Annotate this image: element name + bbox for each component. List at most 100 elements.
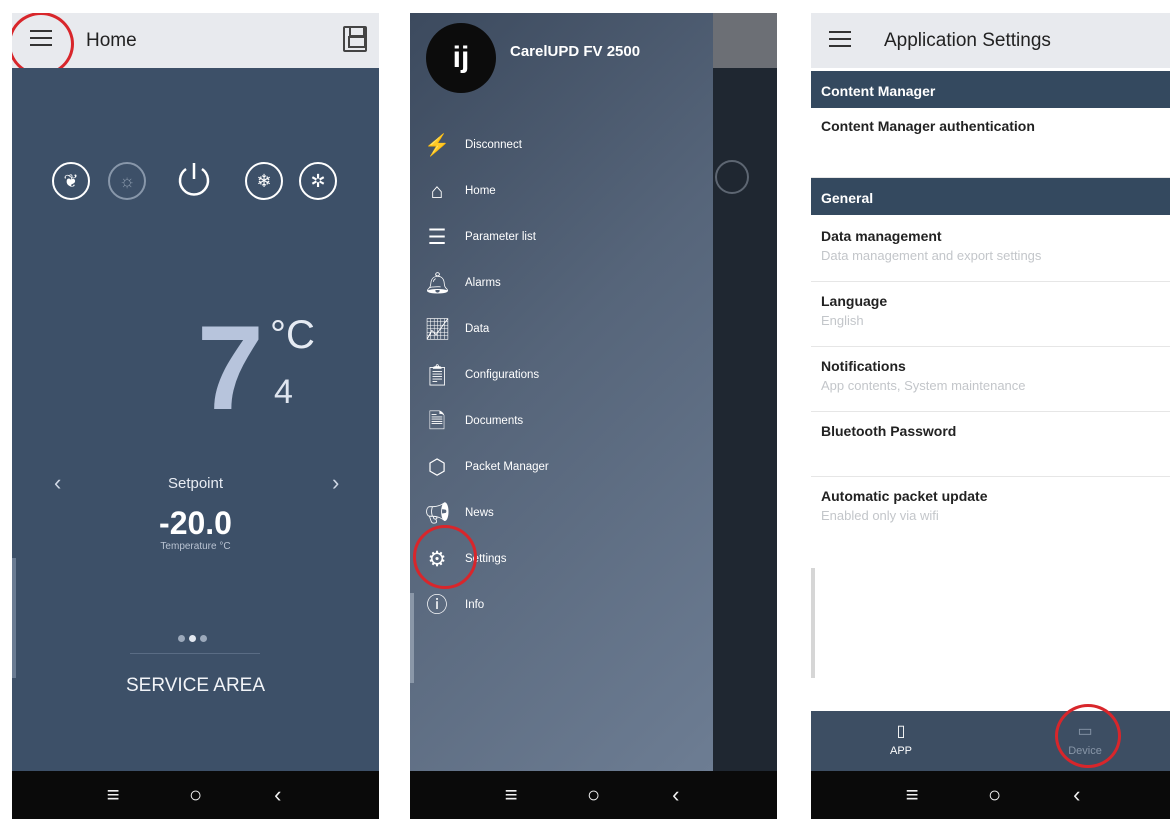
setting-subtitle: Data management and export settings bbox=[821, 248, 1042, 263]
defrost-icon[interactable]: ❄ bbox=[245, 162, 283, 200]
info-icon: ⓘ bbox=[426, 594, 448, 617]
menu-label: Settings bbox=[465, 553, 507, 565]
settings-content: Content Manager Content Manager authenti… bbox=[811, 68, 1170, 771]
system-nav-bar: ≡ ○ ‹ bbox=[12, 771, 379, 819]
menu-label: Info bbox=[465, 599, 485, 611]
temperature-value: 7 bbox=[197, 301, 264, 435]
menu-label: Configurations bbox=[465, 369, 540, 381]
section-header-general: General bbox=[811, 178, 1170, 215]
setting-subtitle: App contents, System maintenance bbox=[821, 378, 1026, 393]
power-icon[interactable] bbox=[174, 159, 214, 199]
scroll-handle[interactable] bbox=[410, 593, 414, 683]
bottom-tab-bar: ▯ APP ▭ Device bbox=[811, 711, 1170, 771]
menu-label: Disconnect bbox=[465, 139, 522, 151]
home-content: ❦ ☼ ❄ ✲ 7 °C 4 ‹ Setpoint › -20.0 Temper… bbox=[12, 68, 379, 771]
dimmed-icon bbox=[715, 160, 749, 194]
setting-title: Data management bbox=[821, 228, 942, 244]
save-icon[interactable] bbox=[343, 26, 367, 52]
menu-label: Alarms bbox=[465, 277, 501, 289]
setting-language[interactable]: Language English bbox=[811, 283, 1170, 347]
back-button[interactable]: ‹ bbox=[1057, 784, 1097, 806]
next-arrow[interactable]: › bbox=[332, 470, 339, 496]
menu-item-parameter-list[interactable]: ☰ Parameter list bbox=[410, 219, 713, 259]
home-screen: Home ❦ ☼ ❄ ✲ 7 °C 4 ‹ Setpoint › -20.0 T… bbox=[12, 13, 379, 819]
menu-item-news[interactable]: 📢︎ News bbox=[410, 495, 713, 535]
setting-subtitle: English bbox=[821, 313, 864, 328]
setting-title: Notifications bbox=[821, 358, 906, 374]
section-header-content-manager: Content Manager bbox=[811, 71, 1170, 108]
back-button[interactable]: ‹ bbox=[258, 784, 298, 806]
chart-icon: 📈︎ bbox=[424, 318, 451, 341]
menu-item-disconnect[interactable]: ⚡ Disconnect bbox=[410, 127, 713, 167]
document-icon: 🗎︎ bbox=[428, 410, 446, 433]
menu-item-settings[interactable]: ⚙ Settings bbox=[410, 541, 713, 581]
fan-icon[interactable]: ✲ bbox=[299, 162, 337, 200]
nav-drawer: ij CarelUPD FV 2500 ⚡ Disconnect ⌂ Home … bbox=[410, 13, 713, 771]
recents-button[interactable]: ≡ bbox=[491, 784, 531, 806]
menu-item-packet-manager[interactable]: ⬡ Packet Manager bbox=[410, 449, 713, 489]
setpoint-label: Setpoint bbox=[167, 475, 224, 492]
system-nav-bar: ≡ ○ ‹ bbox=[410, 771, 777, 819]
menu-item-configurations[interactable]: 📋︎ Configurations bbox=[410, 357, 713, 397]
menu-item-documents[interactable]: 🗎︎ Documents bbox=[410, 403, 713, 443]
dimmed-app-bar bbox=[711, 13, 777, 68]
scroll-handle[interactable] bbox=[811, 568, 815, 678]
setpoint-sublabel: Temperature °C bbox=[160, 541, 231, 552]
menu-icon[interactable] bbox=[30, 30, 52, 46]
setting-title: Language bbox=[821, 293, 888, 309]
tab-label: Device bbox=[1068, 745, 1102, 757]
megaphone-icon: 📢︎ bbox=[424, 502, 451, 525]
menu-label: Home bbox=[465, 185, 496, 197]
service-area-button[interactable]: SERVICE AREA bbox=[12, 675, 379, 697]
home-button[interactable]: ○ bbox=[974, 784, 1014, 806]
setting-subtitle: Enabled only via wifi bbox=[821, 508, 939, 523]
setting-title: Automatic packet update bbox=[821, 488, 988, 504]
setting-automatic-packet-update[interactable]: Automatic packet update Enabled only via… bbox=[811, 478, 1170, 542]
home-button[interactable]: ○ bbox=[573, 784, 613, 806]
menu-label: Data bbox=[465, 323, 490, 335]
phone-icon: ▯ bbox=[896, 723, 906, 740]
app-bar: Application Settings bbox=[811, 13, 1170, 68]
disconnect-icon: ⚡ bbox=[424, 134, 451, 157]
setting-title: Content Manager authentication bbox=[821, 118, 1035, 134]
page-indicator bbox=[178, 635, 207, 642]
home-button[interactable]: ○ bbox=[175, 784, 215, 806]
application-settings-screen: Application Settings Content Manager Con… bbox=[811, 13, 1170, 819]
home-icon: ⌂ bbox=[430, 180, 444, 203]
tab-device[interactable]: ▭ Device bbox=[1045, 721, 1125, 757]
setting-data-management[interactable]: Data management Data management and expo… bbox=[811, 218, 1170, 282]
menu-icon[interactable] bbox=[829, 31, 851, 47]
menu-label: Parameter list bbox=[465, 231, 536, 243]
menu-label: Documents bbox=[465, 415, 524, 427]
back-button[interactable]: ‹ bbox=[656, 784, 696, 806]
tab-app[interactable]: ▯ APP bbox=[861, 721, 941, 757]
clipboard-icon: 📋︎ bbox=[424, 364, 451, 387]
menu-item-info[interactable]: ⓘ Info bbox=[410, 587, 713, 627]
menu-label: Packet Manager bbox=[465, 461, 549, 473]
recents-button[interactable]: ≡ bbox=[93, 784, 133, 806]
setting-bluetooth-password[interactable]: Bluetooth Password bbox=[811, 413, 1170, 477]
temperature-unit: °C bbox=[270, 313, 315, 357]
scroll-handle[interactable] bbox=[12, 558, 16, 678]
light-icon[interactable]: ☼ bbox=[108, 162, 146, 200]
setpoint-value[interactable]: -20.0 bbox=[12, 505, 379, 542]
package-icon: ⬡ bbox=[427, 456, 447, 479]
divider bbox=[130, 653, 260, 654]
device-logo: ij bbox=[426, 23, 496, 93]
navigation-drawer-screen: ij CarelUPD FV 2500 ⚡ Disconnect ⌂ Home … bbox=[410, 13, 777, 819]
system-nav-bar: ≡ ○ ‹ bbox=[811, 771, 1170, 819]
menu-item-alarms[interactable]: 🔔︎ Alarms bbox=[410, 265, 713, 305]
bell-icon: 🔔︎ bbox=[424, 272, 451, 295]
list-icon: ☰ bbox=[427, 226, 447, 249]
setting-content-manager-auth[interactable]: Content Manager authentication bbox=[811, 108, 1170, 178]
page-title: Home bbox=[86, 30, 137, 51]
device-icon: ▭ bbox=[1077, 723, 1093, 740]
gear-icon: ⚙ bbox=[427, 548, 447, 571]
eco-leaf-icon[interactable]: ❦ bbox=[52, 162, 90, 200]
recents-button[interactable]: ≡ bbox=[892, 784, 932, 806]
setting-notifications[interactable]: Notifications App contents, System maint… bbox=[811, 348, 1170, 412]
menu-item-home[interactable]: ⌂ Home bbox=[410, 173, 713, 213]
setting-title: Bluetooth Password bbox=[821, 423, 957, 439]
menu-item-data[interactable]: 📈︎ Data bbox=[410, 311, 713, 351]
tab-label: APP bbox=[889, 745, 912, 757]
